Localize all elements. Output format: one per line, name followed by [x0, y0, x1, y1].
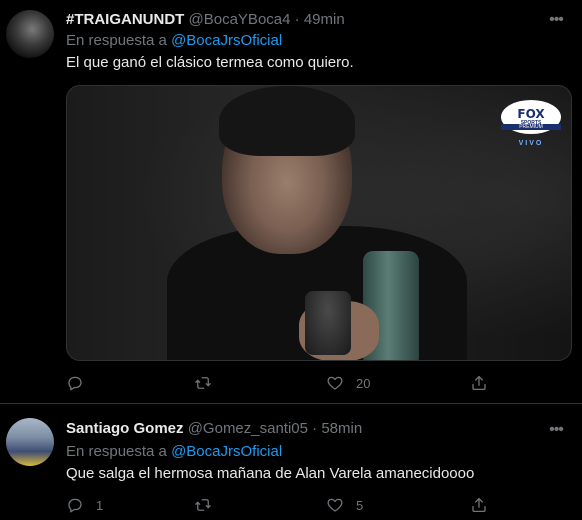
reply-mention-link[interactable]: @BocaJrsOficial	[171, 443, 282, 460]
share-icon	[472, 497, 486, 513]
reply-count: 1	[96, 497, 104, 513]
reply-context: En respuesta a @BocaJrsOficial	[66, 442, 282, 462]
user-handle[interactable]: @Gomez_santi05	[188, 420, 308, 437]
fox-brand: FOX	[517, 106, 545, 121]
retweet-button[interactable]	[194, 493, 224, 517]
more-icon[interactable]: •••	[544, 418, 568, 442]
avatar[interactable]	[6, 418, 54, 466]
tweet-header: #TRAIGANUNDT @BocaYBoca4 · 49min	[66, 10, 345, 30]
media-person-hair	[219, 86, 355, 156]
retweet-icon	[195, 377, 211, 389]
user-handle[interactable]: @BocaYBoca4	[189, 11, 291, 28]
timestamp[interactable]: 49min	[304, 11, 345, 28]
fox-sports-logo: FOX SPORTS PREMIUM VIVO	[501, 100, 561, 150]
tweet-text: Que salga el hermosa mañana de Alan Vare…	[66, 465, 475, 482]
display-name[interactable]: Santiago Gomez	[66, 420, 184, 437]
reply-prefix: En respuesta a	[66, 32, 167, 49]
reply-context: En respuesta a @BocaJrsOficial	[66, 31, 282, 51]
avatar[interactable]	[6, 10, 54, 58]
like-count: 20	[356, 375, 371, 391]
live-label: VIVO	[518, 140, 544, 147]
share-icon	[472, 375, 486, 391]
tweet-header: Santiago Gomez @Gomez_santi05 · 58min	[66, 419, 362, 439]
reply-prefix: En respuesta a	[66, 443, 167, 460]
reply-button[interactable]: 1	[66, 493, 103, 517]
media-mate-cup	[305, 291, 351, 355]
like-button[interactable]: 20	[326, 371, 370, 395]
share-button[interactable]	[470, 371, 488, 395]
separator: ·	[294, 11, 300, 28]
tweet-actions: 1 5	[60, 493, 500, 517]
retweet-icon	[195, 499, 211, 511]
tweet[interactable]: Santiago Gomez @Gomez_santi05 · 58min ••…	[0, 405, 582, 520]
like-count: 5	[356, 497, 364, 513]
fox-tier: PREMIUM	[501, 124, 561, 130]
separator: ·	[312, 420, 318, 437]
timestamp[interactable]: 58min	[321, 420, 362, 437]
more-icon[interactable]: •••	[544, 8, 568, 32]
reply-icon	[68, 498, 82, 513]
heart-icon	[327, 498, 343, 512]
heart-icon	[327, 376, 343, 390]
share-button[interactable]	[470, 493, 488, 517]
reply-button[interactable]	[66, 371, 96, 395]
tweet-media[interactable]: FOX SPORTS PREMIUM VIVO	[66, 85, 572, 361]
like-button[interactable]: 5	[326, 493, 363, 517]
display-name[interactable]: #TRAIGANUNDT	[66, 11, 184, 28]
tweet-text: El que ganó el clásico termea como quier…	[66, 54, 354, 71]
tweet-actions: 20	[60, 371, 500, 395]
retweet-button[interactable]	[194, 371, 224, 395]
reply-icon	[68, 376, 82, 391]
reply-mention-link[interactable]: @BocaJrsOficial	[171, 32, 282, 49]
tweet[interactable]: #TRAIGANUNDT @BocaYBoca4 · 49min ••• En …	[0, 0, 582, 404]
